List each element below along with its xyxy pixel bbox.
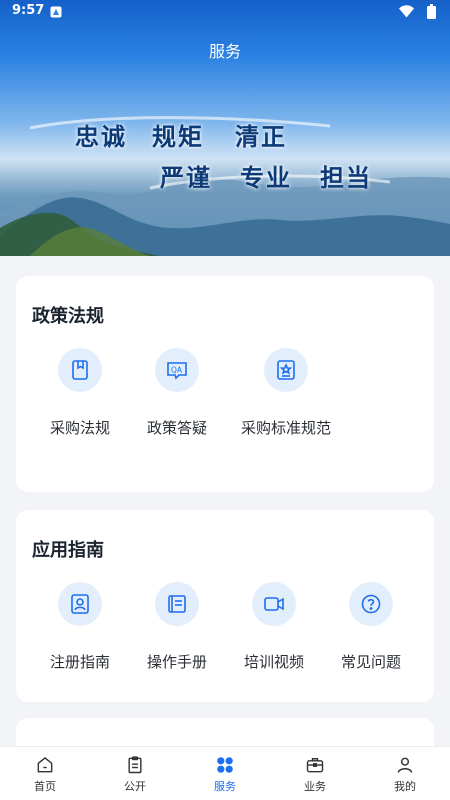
tab-service[interactable]: 服务 <box>180 747 270 800</box>
item-label: 注册指南 <box>49 653 110 671</box>
policy-card: 政策法规 采购法规 QA 政策答疑 采购标准规范 <box>16 276 434 492</box>
item-label: 常见问题 <box>340 653 401 671</box>
notification-icon <box>50 6 62 18</box>
standard-icon <box>264 348 308 392</box>
grid-item-registration-guide[interactable]: 注册指南 <box>32 582 128 674</box>
tab-label: 业务 <box>304 780 326 793</box>
tab-home[interactable]: 首页 <box>0 747 90 800</box>
section-title-guide: 应用指南 <box>32 540 104 561</box>
item-label: 政策答疑 <box>146 419 207 437</box>
person-icon <box>397 757 413 773</box>
grid-item-operation-manual[interactable]: 操作手册 <box>129 582 225 674</box>
grid-icon <box>217 757 233 773</box>
slogan-guiju: 规矩 <box>152 122 204 151</box>
grid-item-faq[interactable]: 常见问题 <box>323 582 419 674</box>
slogan-yanjin: 严谨 <box>160 163 212 192</box>
tab-business[interactable]: 业务 <box>270 747 360 800</box>
home-icon <box>37 757 53 773</box>
section-title-policy: 政策法规 <box>32 306 104 327</box>
tab-label: 公开 <box>124 780 146 793</box>
tab-label: 首页 <box>34 780 56 793</box>
clipboard-icon <box>128 756 142 774</box>
status-bar: 9:57 <box>0 0 450 24</box>
item-label: 培训视频 <box>243 653 304 671</box>
qa-icon: QA <box>155 348 199 392</box>
wifi-icon <box>399 5 414 18</box>
question-icon <box>349 582 393 626</box>
tab-public[interactable]: 公开 <box>90 747 180 800</box>
slogan-zhuanye: 专业 <box>240 163 292 192</box>
grid-item-policy-qa[interactable]: QA 政策答疑 <box>129 348 225 440</box>
hero-banner: 忠诚 规矩 清正 严谨 专业 担当 9:57 服务 <box>0 0 450 256</box>
tab-label: 我的 <box>394 780 416 793</box>
user-card-icon <box>58 582 102 626</box>
item-label: 采购标准规范 <box>240 419 331 437</box>
briefcase-icon <box>306 758 324 773</box>
grid-item-training-video[interactable]: 培训视频 <box>226 582 322 674</box>
grid-item-procurement-standards[interactable]: 采购标准规范 <box>226 348 346 440</box>
guide-card: 应用指南 注册指南 操作手册 培训视频 常见问题 <box>16 510 434 702</box>
status-time: 9:57 <box>12 3 45 18</box>
slogan-qingzheng: 清正 <box>235 122 287 151</box>
battery-icon <box>427 4 436 19</box>
svg-text:QA: QA <box>171 366 183 375</box>
grid-item-procurement-law[interactable]: 采购法规 <box>32 348 128 440</box>
tab-mine[interactable]: 我的 <box>360 747 450 800</box>
video-icon <box>252 582 296 626</box>
manual-icon <box>155 582 199 626</box>
item-label: 操作手册 <box>146 653 207 671</box>
item-label: 采购法规 <box>49 419 110 437</box>
slogan-zhongcheng: 忠诚 <box>75 122 127 151</box>
tab-label: 服务 <box>214 780 236 793</box>
book-icon <box>58 348 102 392</box>
page-title: 服务 <box>208 42 241 61</box>
bottom-tab-bar: 首页 公开 服务 业务 我的 <box>0 746 450 800</box>
slogan-dandang: 担当 <box>320 163 372 192</box>
